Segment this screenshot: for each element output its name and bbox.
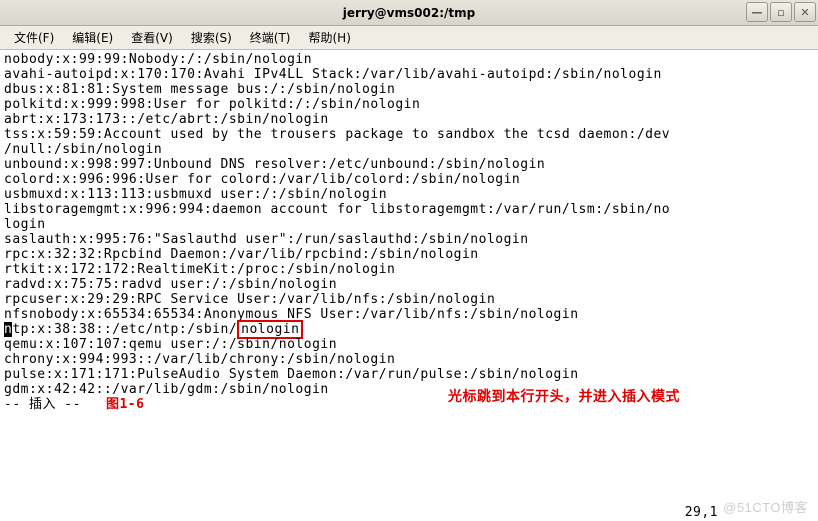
window-controls: — ▫ ✕	[746, 2, 816, 22]
term-line: rtkit:x:172:172:RealtimeKit:/proc:/sbin/…	[4, 262, 395, 277]
minimize-button[interactable]: —	[746, 2, 768, 22]
menu-terminal[interactable]: 终端(T)	[242, 26, 299, 49]
term-line: gdm:x:42:42::/var/lib/gdm:/sbin/nologin	[4, 382, 329, 397]
term-line: qemu:x:107:107:qemu user:/:/sbin/nologin	[4, 337, 337, 352]
term-line: usbmuxd:x:113:113:usbmuxd user:/:/sbin/n…	[4, 187, 387, 202]
menu-search[interactable]: 搜索(S)	[183, 26, 240, 49]
term-line: /null:/sbin/nologin	[4, 142, 162, 157]
term-line: rpcuser:x:29:29:RPC Service User:/var/li…	[4, 292, 495, 307]
menu-view[interactable]: 查看(V)	[123, 26, 181, 49]
terminal-output[interactable]: nobody:x:99:99:Nobody:/:/sbin/nologin av…	[0, 50, 818, 521]
maximize-button[interactable]: ▫	[770, 2, 792, 22]
watermark: @51CTO博客	[723, 500, 808, 515]
menu-help[interactable]: 帮助(H)	[301, 26, 359, 49]
term-line: radvd:x:75:75:radvd user:/:/sbin/nologin	[4, 277, 337, 292]
term-line: rpc:x:32:32:Rpcbind Daemon:/var/lib/rpcb…	[4, 247, 479, 262]
menubar: 文件(F) 编辑(E) 查看(V) 搜索(S) 终端(T) 帮助(H)	[0, 26, 818, 50]
close-button[interactable]: ✕	[794, 2, 816, 22]
term-line: avahi-autoipd:x:170:170:Avahi IPv4LL Sta…	[4, 67, 662, 82]
ntp-line-pre: tp:x:38:38::/etc/ntp:/sbin/	[12, 322, 237, 337]
term-line: saslauth:x:995:76:"Saslauthd user":/run/…	[4, 232, 529, 247]
term-line: pulse:x:171:171:PulseAudio System Daemon…	[4, 367, 579, 382]
term-line: abrt:x:173:173::/etc/abrt:/sbin/nologin	[4, 112, 329, 127]
term-line: login	[4, 217, 46, 232]
term-line: polkitd:x:999:998:User for polkitd:/:/sb…	[4, 97, 420, 112]
menu-file[interactable]: 文件(F)	[6, 26, 62, 49]
vim-mode-status: -- 插入 --	[4, 397, 106, 412]
term-line: colord:x:996:996:User for colord:/var/li…	[4, 172, 520, 187]
cursor-position: 29,1	[685, 505, 718, 520]
term-line: libstoragemgmt:x:996:994:daemon account …	[4, 202, 670, 217]
figure-label: 图1-6	[106, 397, 144, 412]
term-line: tss:x:59:59:Account used by the trousers…	[4, 127, 670, 142]
term-line: unbound:x:998:997:Unbound DNS resolver:/…	[4, 157, 545, 172]
red-annotation: 光标跳到本行开头，并进入插入模式	[448, 390, 680, 405]
term-line: nobody:x:99:99:Nobody:/:/sbin/nologin	[4, 52, 312, 67]
window-title: jerry@vms002:/tmp	[343, 6, 475, 20]
menu-edit[interactable]: 编辑(E)	[64, 26, 121, 49]
term-line: dbus:x:81:81:System message bus:/:/sbin/…	[4, 82, 395, 97]
term-line: chrony:x:994:993::/var/lib/chrony:/sbin/…	[4, 352, 395, 367]
titlebar: jerry@vms002:/tmp — ▫ ✕	[0, 0, 818, 26]
